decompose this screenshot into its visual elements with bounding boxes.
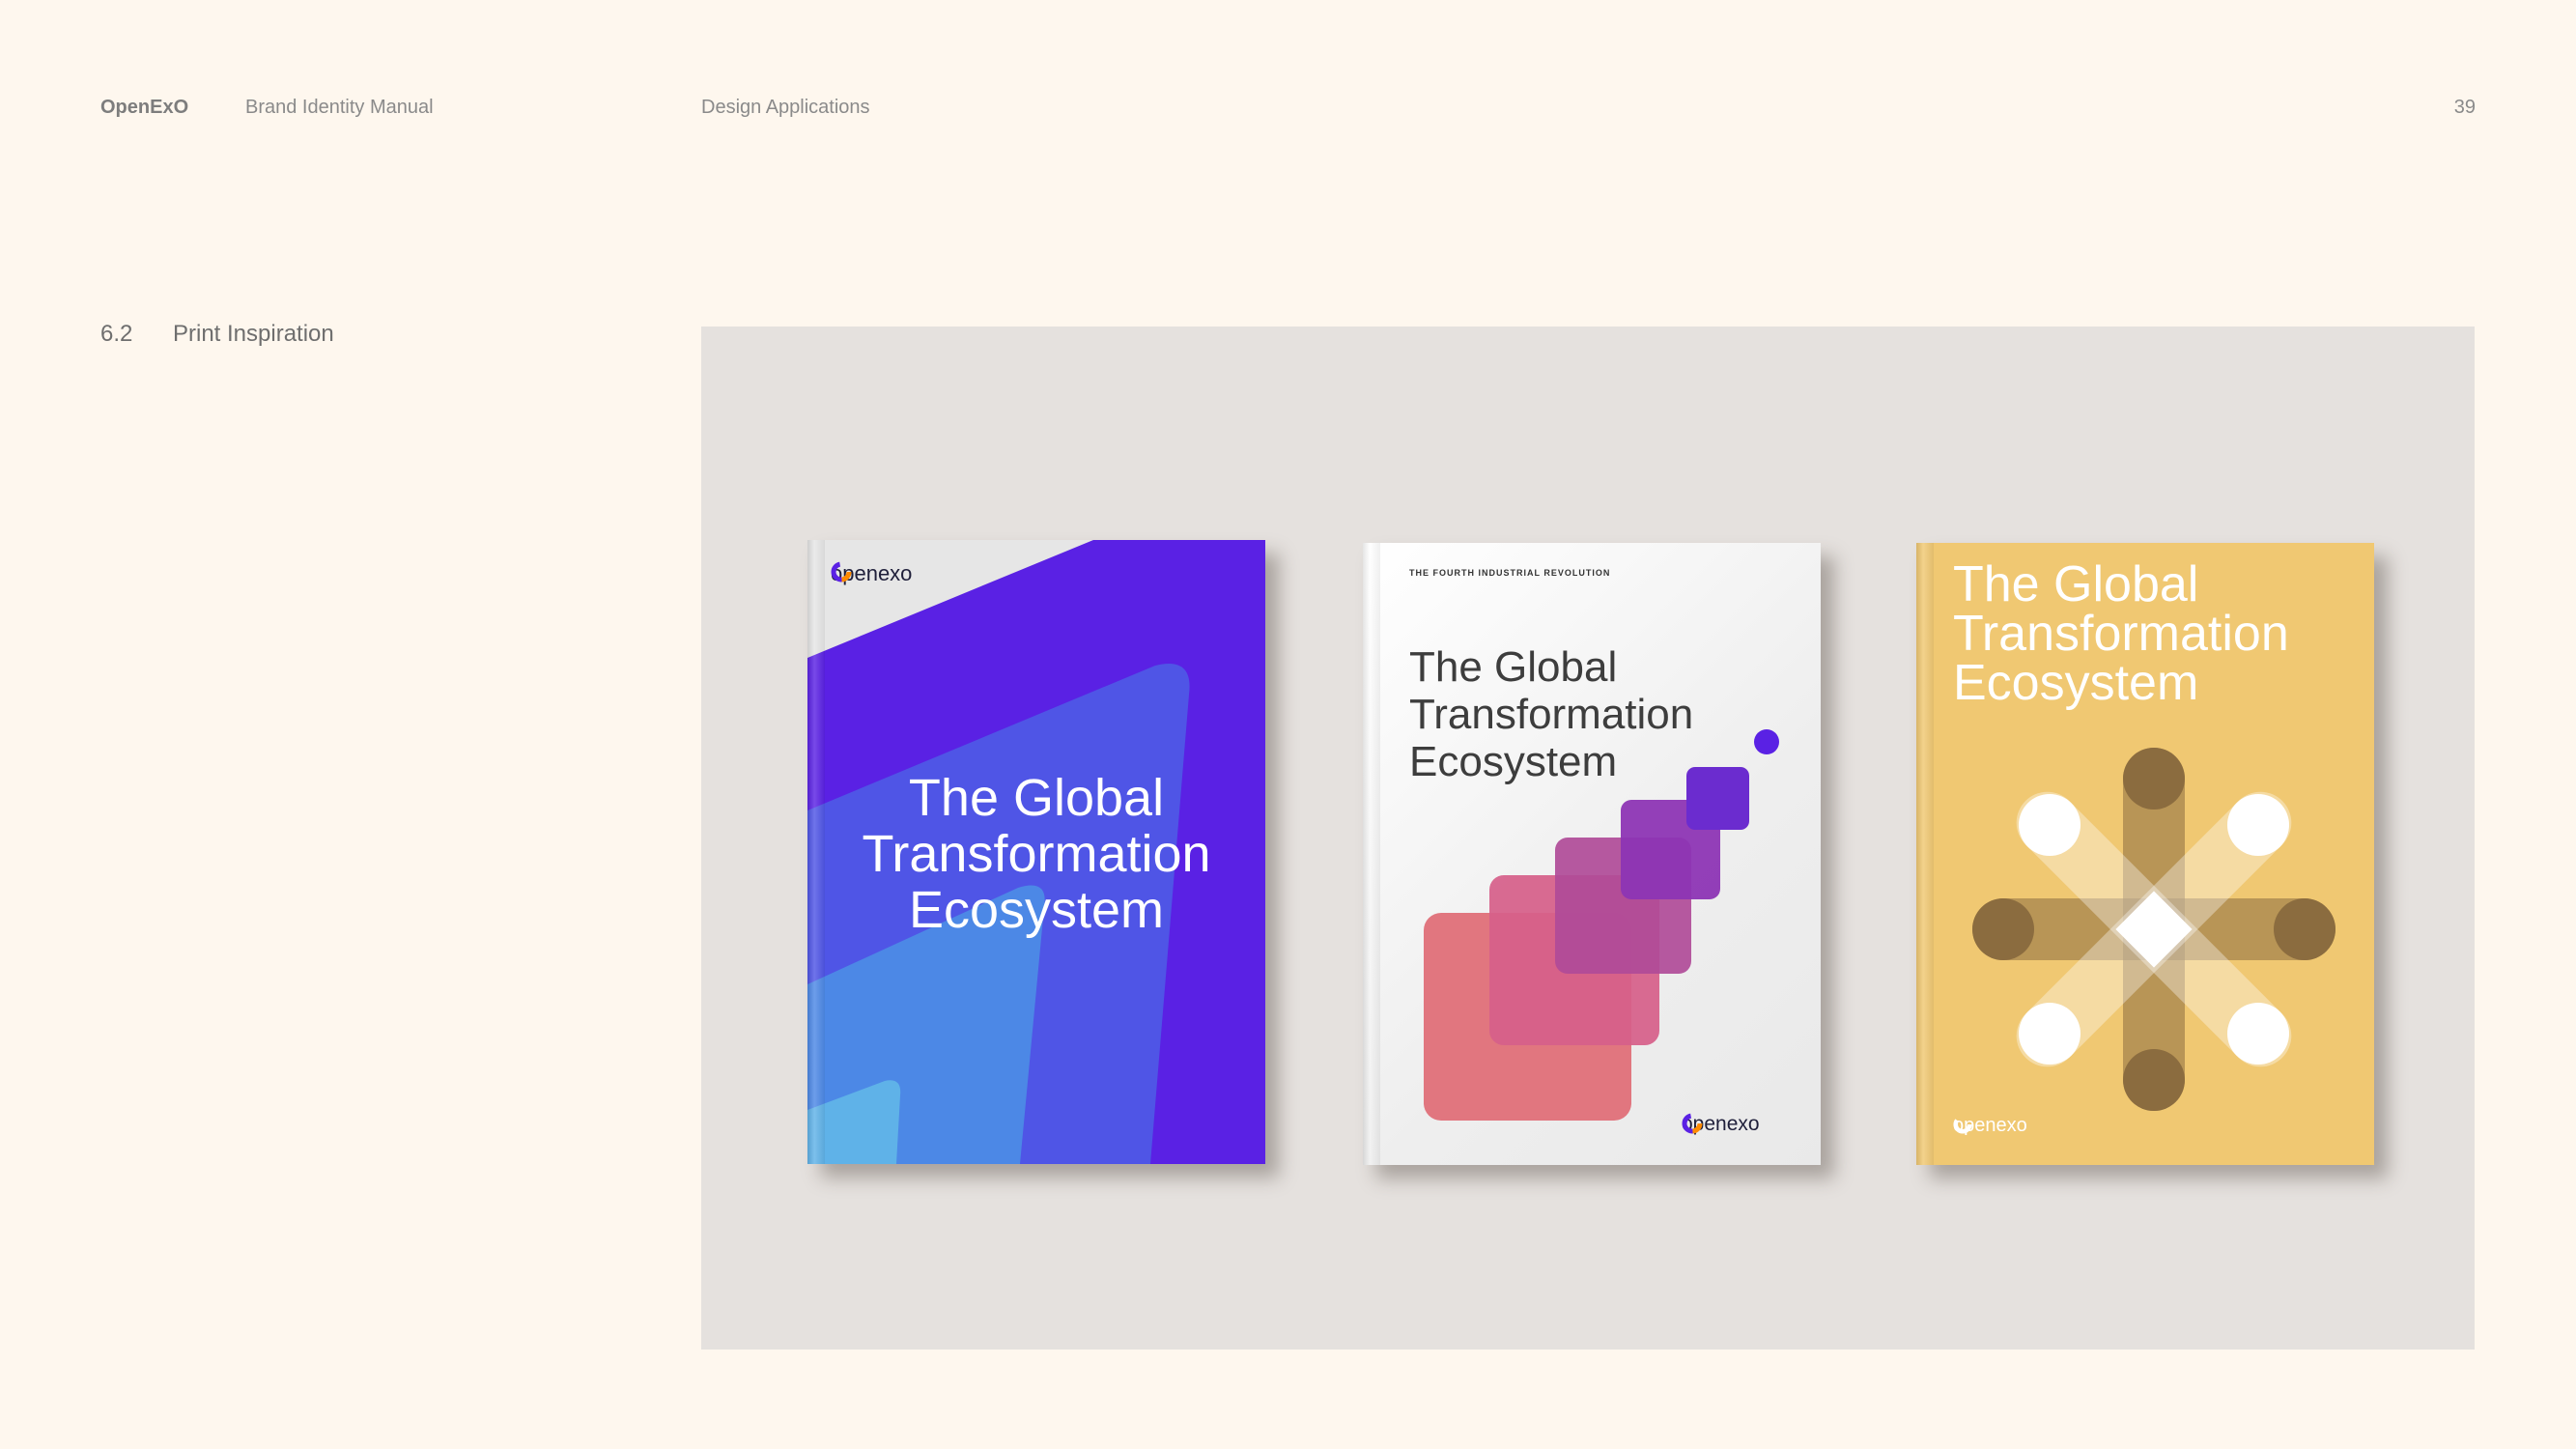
header-chapter: Design Applications <box>701 97 870 118</box>
page-number: 39 <box>2453 97 2476 118</box>
title-line: Transformation <box>1409 691 1694 738</box>
book-title: The Global Transformation Ecosystem <box>807 770 1265 938</box>
openexo-logo-icon <box>1953 1115 1972 1134</box>
book-cover-blue: openexo The Global Transformation Ecosys… <box>807 540 1265 1164</box>
title-line: Transformation <box>1953 606 2289 662</box>
section-title: Print Inspiration <box>173 321 334 347</box>
title-line: The Global <box>908 769 1165 827</box>
header-brand: OpenExO <box>100 97 189 118</box>
title-line: Ecosystem <box>908 881 1165 939</box>
openexo-logo-icon <box>1682 1113 1703 1134</box>
title-line: Ecosystem <box>1409 738 1618 785</box>
book-cover-yellow: The Global Transformation Ecosystem open… <box>1916 543 2374 1165</box>
header-document-title: Brand Identity Manual <box>245 97 434 118</box>
print-mockup-panel: openexo The Global Transformation Ecosys… <box>701 327 2475 1350</box>
openexo-logo: openexo <box>1682 1113 1760 1136</box>
title-line: Ecosystem <box>1953 655 2199 711</box>
stacked-squares-graphic <box>1424 729 1779 1121</box>
section-number: 6.2 <box>100 321 133 347</box>
title-line: The Global <box>1953 556 2199 612</box>
openexo-logo: openexo <box>831 561 912 586</box>
title-line: The Global <box>1409 643 1618 691</box>
openexo-logo: openexo <box>1953 1115 2027 1137</box>
openexo-logo-icon <box>831 561 852 582</box>
title-line: Transformation <box>862 825 1211 883</box>
book-title: The Global Transformation Ecosystem <box>1409 643 1693 785</box>
book-kicker: THE FOURTH INDUSTRIAL REVOLUTION <box>1409 568 1611 578</box>
book-cover-white: THE FOURTH INDUSTRIAL REVOLUTION The Glo… <box>1363 543 1821 1165</box>
book-title: The Global Transformation Ecosystem <box>1953 556 2289 711</box>
